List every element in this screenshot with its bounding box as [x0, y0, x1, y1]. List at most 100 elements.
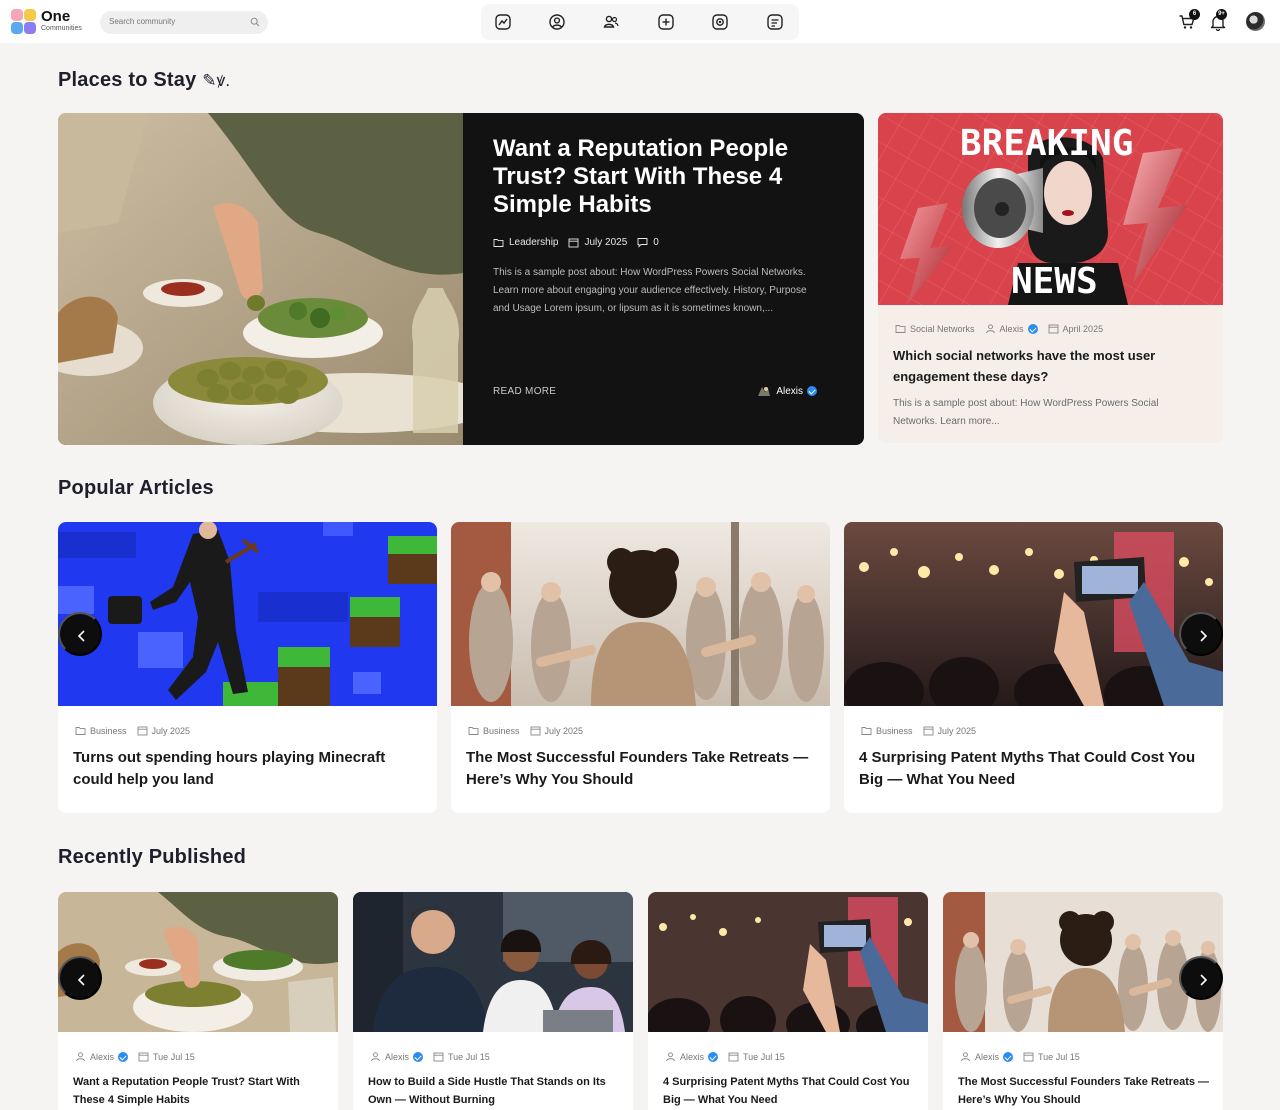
folder-icon [493, 239, 504, 247]
side-category-label: Social Networks [910, 323, 975, 334]
hero-article-card[interactable]: Want a Reputation People Trust? Start Wi… [58, 113, 864, 445]
section-title-recent: Recently Published [58, 846, 247, 868]
chevron-right-icon [1200, 630, 1208, 642]
hero-date: July 2025 [568, 237, 627, 248]
recent-meta: Alexis Tue Jul 15 [370, 1051, 490, 1062]
recent-author[interactable]: Alexis [370, 1051, 424, 1062]
notes-icon[interactable] [766, 13, 784, 31]
hero-comments[interactable]: 0 [637, 237, 659, 248]
hero-category[interactable]: Leadership [493, 237, 558, 248]
recent-author-name: Alexis [90, 1051, 115, 1062]
hero-title[interactable]: Want a Reputation People Trust? Start Wi… [493, 135, 823, 219]
recent-meta: Alexis Tue Jul 15 [75, 1051, 195, 1062]
recent-author-name: Alexis [385, 1051, 410, 1062]
recent-card[interactable]: Alexis Tue Jul 15 Want a Reputation Peop… [58, 892, 338, 1110]
calendar-icon [137, 726, 147, 736]
recent-author[interactable]: Alexis [665, 1051, 719, 1062]
popular-title[interactable]: The Most Successful Founders Take Retrea… [466, 747, 818, 791]
recent-title[interactable]: How to Build a Side Hustle That Stands o… [368, 1073, 623, 1109]
recent-next-button[interactable] [1179, 956, 1223, 1000]
profile-icon[interactable] [548, 13, 566, 31]
section-title-popular: Popular Articles [58, 477, 214, 499]
user-avatar[interactable] [1246, 12, 1265, 31]
hero-image [58, 113, 463, 445]
popular-meta: Business July 2025 [861, 725, 976, 736]
recent-date-label: Tue Jul 15 [1038, 1051, 1080, 1062]
calendar-icon [728, 1052, 739, 1062]
activity-icon[interactable] [494, 13, 512, 31]
hero-body: Want a Reputation People Trust? Start Wi… [493, 113, 833, 445]
side-author[interactable]: Alexis [985, 323, 1038, 334]
brand-name: One [41, 8, 71, 25]
popular-meta: Business July 2025 [75, 725, 190, 736]
hero-author[interactable]: Alexis [756, 384, 817, 398]
popular-category[interactable]: Business [861, 725, 913, 736]
side-date: April 2025 [1048, 323, 1104, 334]
popular-card[interactable]: Business July 2025 Turns out spending ho… [58, 522, 437, 813]
brand[interactable]: One Communities [41, 9, 82, 32]
add-post-icon[interactable] [657, 13, 675, 31]
recent-date-label: Tue Jul 15 [448, 1051, 490, 1062]
hero-date-label: July 2025 [584, 237, 628, 248]
chevron-left-icon [77, 630, 85, 642]
popular-title[interactable]: 4 Surprising Patent Myths That Could Cos… [859, 747, 1211, 791]
notification-badge: 9+ [1216, 9, 1227, 20]
popular-date-label: July 2025 [544, 725, 584, 736]
recent-card[interactable]: Alexis Tue Jul 15 4 Surprising Patent My… [648, 892, 928, 1110]
recent-title[interactable]: 4 Surprising Patent Myths That Could Cos… [663, 1073, 918, 1109]
popular-category-label: Business [876, 725, 913, 736]
logo-icon[interactable] [11, 9, 37, 35]
recent-date: Tue Jul 15 [433, 1051, 490, 1062]
cart-badge: 6 [1189, 9, 1200, 20]
read-more-link[interactable]: READ MORE [493, 386, 556, 397]
recent-title[interactable]: The Most Successful Founders Take Retrea… [958, 1073, 1213, 1109]
popular-category[interactable]: Business [75, 725, 127, 736]
recent-prev-button[interactable] [58, 956, 102, 1000]
recent-author[interactable]: Alexis [75, 1051, 129, 1062]
recent-author[interactable]: Alexis [960, 1051, 1014, 1062]
recent-title[interactable]: Want a Reputation People Trust? Start Wi… [73, 1073, 328, 1109]
verified-icon [1003, 1051, 1014, 1062]
popular-title[interactable]: Turns out spending hours playing Minecra… [73, 747, 425, 791]
hero-author-name: Alexis [776, 385, 803, 397]
members-icon[interactable] [602, 13, 620, 31]
main-nav [481, 4, 799, 40]
side-date-label: April 2025 [1062, 323, 1104, 334]
side-category[interactable]: Social Networks [895, 323, 975, 334]
calendar-icon [433, 1052, 444, 1062]
popular-card[interactable]: Business July 2025 The Most Successful F… [451, 522, 830, 813]
folder-icon [861, 727, 872, 735]
popular-card[interactable]: Business July 2025 4 Surprising Patent M… [844, 522, 1223, 813]
recent-meta: Alexis Tue Jul 15 [665, 1051, 785, 1062]
recent-card[interactable]: Alexis Tue Jul 15 The Most Successful Fo… [943, 892, 1223, 1110]
author-avatar-icon [758, 387, 771, 396]
verified-icon [1027, 323, 1038, 334]
recent-date: Tue Jul 15 [138, 1051, 195, 1062]
side-title[interactable]: Which social networks have the most user… [893, 345, 1203, 387]
popular-image-concert [844, 522, 1223, 706]
popular-prev-button[interactable] [58, 612, 102, 656]
calendar-icon [1048, 324, 1058, 334]
calendar-icon [923, 726, 933, 736]
verified-icon [807, 386, 817, 396]
chevron-right-icon [1200, 974, 1208, 986]
recent-date-label: Tue Jul 15 [153, 1051, 195, 1062]
top-bar: One Communities Search community 6 9+ [0, 0, 1280, 43]
chevron-left-icon [77, 974, 85, 986]
folder-icon [895, 325, 906, 333]
recent-date-label: Tue Jul 15 [743, 1051, 785, 1062]
popular-next-button[interactable] [1179, 612, 1223, 656]
popular-date-label: July 2025 [937, 725, 977, 736]
section-title-places-emoji: ✎ꝟ. [202, 71, 231, 90]
side-excerpt: This is a sample post about: How WordPre… [893, 398, 1159, 427]
popular-meta: Business July 2025 [468, 725, 583, 736]
popular-category[interactable]: Business [468, 725, 520, 736]
search-input[interactable]: Search community [100, 11, 268, 34]
popular-category-label: Business [483, 725, 520, 736]
side-article-card[interactable]: BREAKING NEWS Social Networks Alexis Apr… [878, 113, 1223, 443]
recent-card[interactable]: Alexis Tue Jul 15 How to Build a Side Hu… [353, 892, 633, 1110]
camera-icon[interactable] [711, 13, 729, 31]
breaking-text: BREAKING [960, 123, 1133, 164]
popular-date: July 2025 [530, 725, 584, 736]
side-meta: Social Networks Alexis April 2025 [895, 323, 1103, 334]
